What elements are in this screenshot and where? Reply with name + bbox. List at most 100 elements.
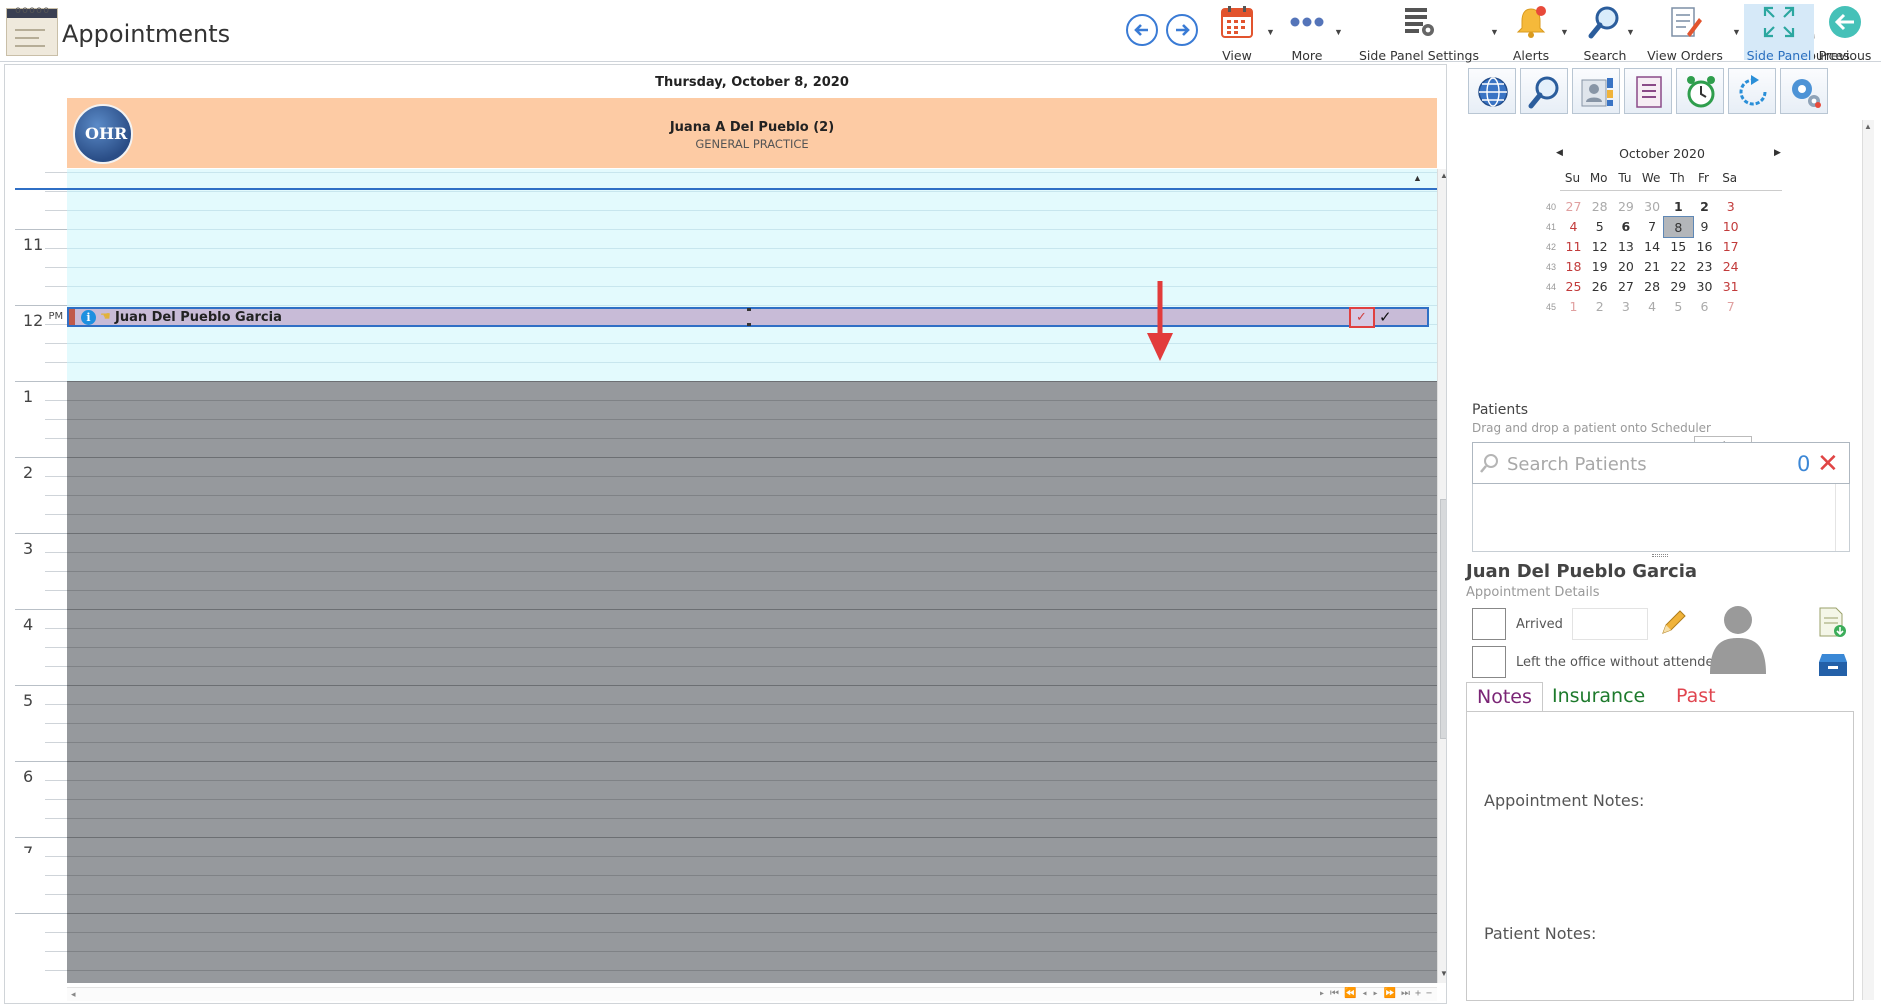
- left-without-attended-checkbox[interactable]: [1472, 646, 1506, 678]
- pencil-icon[interactable]: [1658, 608, 1688, 638]
- patient-list[interactable]: [1472, 484, 1850, 552]
- appointment-block[interactable]: i ☚ Juan Del Pueblo Garcia ✓ ✓: [67, 307, 1429, 328]
- grid-line: [67, 457, 1437, 458]
- scroll-thumb[interactable]: [1440, 499, 1446, 739]
- scroll-down-icon[interactable]: ▼: [1439, 969, 1446, 979]
- ruler-tick: [45, 951, 67, 952]
- view-dropdown-icon[interactable]: ▼: [1266, 27, 1275, 37]
- ruler-tick: [15, 457, 67, 458]
- scroll-left-icon[interactable]: ◂: [71, 989, 76, 1000]
- ruler-tick: [45, 400, 67, 401]
- magnifier-button[interactable]: [1520, 68, 1568, 114]
- grid-line: [67, 685, 1437, 686]
- settings-gears-button[interactable]: [1780, 68, 1828, 114]
- view-button[interactable]: View: [1212, 4, 1262, 63]
- calendar-day[interactable]: 31: [1715, 276, 1746, 298]
- clear-search-icon[interactable]: ✕: [1817, 448, 1839, 479]
- off-hours-area[interactable]: [67, 381, 1437, 983]
- grid-line: [67, 742, 1437, 743]
- side-panel-settings-button[interactable]: Side Panel Settings: [1352, 4, 1486, 63]
- previous-button[interactable]: Previous: [1816, 4, 1874, 63]
- tab-notes[interactable]: Notes: [1466, 682, 1543, 712]
- search-button[interactable]: Search: [1580, 4, 1630, 63]
- side-panel-settings-dropdown-icon[interactable]: ▼: [1490, 27, 1499, 37]
- grid-line: [67, 476, 1437, 477]
- alerts-dropdown-icon[interactable]: ▼: [1560, 27, 1569, 37]
- checklist-icon: [1636, 76, 1662, 108]
- patient-search-field[interactable]: Search Patients 0 ✕: [1472, 442, 1850, 484]
- search-dropdown-icon[interactable]: ▼: [1626, 27, 1635, 37]
- checklist-button[interactable]: [1624, 68, 1672, 114]
- document-download-icon[interactable]: [1818, 606, 1846, 638]
- time-grid[interactable]: 11 12 PM 1 2 3 4 5 6 7 i ☚ Juan Del Pueb…: [5, 169, 1446, 983]
- side-scroll-up-icon[interactable]: ▲: [1864, 122, 1872, 131]
- arrived-time-field[interactable]: [1572, 608, 1648, 640]
- calendar-day[interactable]: 7: [1715, 296, 1746, 318]
- contact-card-button[interactable]: [1572, 68, 1620, 114]
- ruler-tick: [45, 191, 67, 192]
- grid-gear-icon: [1352, 4, 1486, 40]
- resize-handle-bottom[interactable]: [747, 323, 751, 326]
- calendar-day[interactable]: 17: [1715, 236, 1746, 258]
- vertical-scrollbar[interactable]: ▲ ▼: [1437, 169, 1446, 983]
- appointment-patient-name: Juan Del Pueblo Garcia: [115, 310, 282, 325]
- resource-header[interactable]: OHR Juana A Del Pueblo (2) GENERAL PRACT…: [67, 98, 1437, 168]
- ruler-tick: [45, 476, 67, 477]
- calendar-icon: [1212, 4, 1262, 40]
- ruler-tick: [45, 723, 67, 724]
- more-button[interactable]: More: [1282, 4, 1332, 63]
- grid-line: [67, 799, 1437, 800]
- alerts-button[interactable]: Alerts: [1506, 4, 1556, 63]
- grid-line: [67, 780, 1437, 781]
- ruler-tick: [15, 685, 67, 686]
- appointment-details-label: Appointment Details: [1466, 585, 1600, 600]
- tab-insurance[interactable]: Insurance: [1542, 682, 1655, 712]
- side-panel-scrollbar[interactable]: ▲: [1862, 120, 1874, 1000]
- forward-circle-icon[interactable]: [1166, 14, 1198, 46]
- grid-line: [67, 571, 1437, 572]
- hour-label: 12 PM: [23, 311, 64, 330]
- calendar-day[interactable]: 10: [1715, 216, 1746, 238]
- ruler-tick: [15, 533, 67, 534]
- calendar-next-icon[interactable]: ▶: [1774, 147, 1781, 158]
- arrived-checkbox[interactable]: [1472, 608, 1506, 640]
- grid-line: [67, 704, 1437, 705]
- appointment-slots[interactable]: [67, 169, 1437, 983]
- alarm-clock-button[interactable]: [1676, 68, 1724, 114]
- back-circle-icon[interactable]: [1126, 14, 1158, 46]
- horizontal-scrollbar[interactable]: ◂ ▸⏮⏪◂▸⏩⏭+−: [67, 987, 1437, 1001]
- view-orders-button[interactable]: View Orders: [1640, 4, 1730, 63]
- appointment-notes-label: Appointment Notes:: [1484, 791, 1645, 810]
- resize-handle-top[interactable]: [747, 308, 751, 311]
- appointments-app-icon: ooooo: [6, 5, 58, 56]
- grid-line: [67, 647, 1437, 648]
- collapse-up-icon[interactable]: ▲: [1413, 173, 1422, 183]
- grid-line: [67, 210, 1437, 211]
- ruler-tick: [45, 856, 67, 857]
- patient-list-scrollbar[interactable]: [1835, 484, 1849, 551]
- side-panel-button[interactable]: Side Panel: [1744, 4, 1814, 63]
- scroll-up-icon[interactable]: ▲: [1439, 171, 1446, 181]
- resource-pager[interactable]: ▸⏮⏪◂▸⏩⏭+−: [1319, 988, 1437, 999]
- calendar-day[interactable]: 3: [1715, 196, 1746, 218]
- grid-line: [67, 286, 1437, 287]
- notes-panel: [1466, 711, 1854, 1001]
- more-dropdown-icon[interactable]: ▼: [1334, 27, 1343, 37]
- week-number: 44: [1545, 282, 1556, 292]
- splitter-grip[interactable]: [1652, 554, 1668, 557]
- globe-button[interactable]: [1468, 68, 1516, 114]
- ruler-tick: [45, 514, 67, 515]
- archive-drawer-icon[interactable]: [1818, 650, 1848, 678]
- confirm-appointment-button[interactable]: ✓: [1349, 307, 1375, 328]
- view-orders-dropdown-icon[interactable]: ▼: [1732, 27, 1741, 37]
- info-icon[interactable]: i: [81, 310, 96, 325]
- tab-past-appointments[interactable]: Past Appointments: [1666, 682, 1856, 735]
- calendar-day[interactable]: 24: [1715, 256, 1746, 278]
- working-hours-area[interactable]: [67, 169, 1437, 381]
- week-number: 42: [1545, 242, 1556, 252]
- refresh-button[interactable]: [1728, 68, 1776, 114]
- orders-edit-icon: [1640, 4, 1730, 40]
- search-icon: [1580, 4, 1630, 40]
- week-number: 45: [1545, 302, 1556, 312]
- grid-line: [67, 818, 1437, 819]
